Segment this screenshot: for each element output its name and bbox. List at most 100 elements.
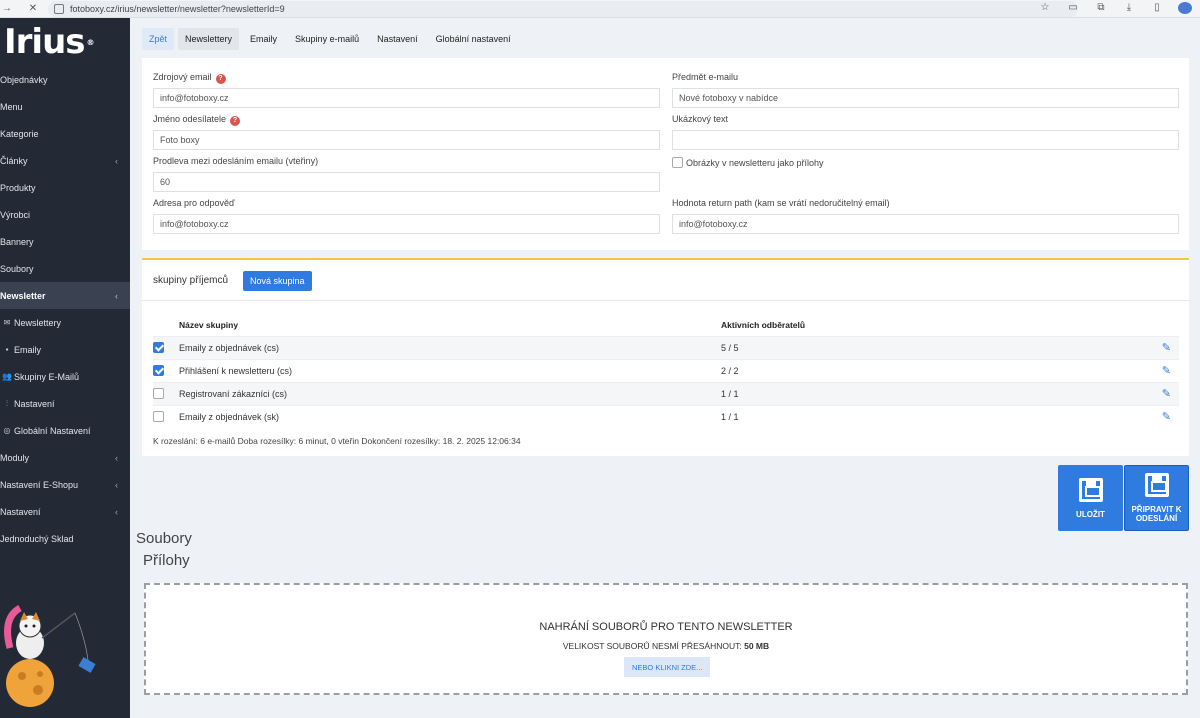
tab-global-settings[interactable]: Globální nastavení [429,28,518,50]
table-header: Název skupiny Aktivních odběratelů [153,314,1179,336]
source-email-field[interactable]: info@fotoboxy.cz [153,88,660,108]
group-checkbox[interactable] [153,342,164,354]
tab-back[interactable]: Zpět [142,28,175,50]
column-header-active-subscribers: Aktivních odběratelů [721,319,806,330]
floppy-disk-icon [1144,473,1169,497]
prepare-to-send-button[interactable]: PŘIPRAVIT K ODESLÁNÍ [1124,465,1189,531]
browser-actions: ☆ ▭ ⧉ ⤓ ▯ [1038,2,1192,14]
images-as-attachments-option[interactable]: Obrázky v newsletteru jako přílohy [672,157,824,168]
sidebar-subitem-label: Skupiny E-Mailů [14,371,80,382]
images-as-attachments-label: Obrázky v newsletteru jako přílohy [686,157,824,168]
sidebar-item-label: Články [0,155,28,166]
pencil-edit-icon[interactable]: ✎ [1149,358,1179,382]
chevron-left-icon: ‹ [115,290,118,301]
delay-label: Prodleva mezi odesláním emailu (vteřiny) [153,156,319,166]
group-checkbox[interactable] [153,411,164,423]
sidebar-item-label: Soubory [0,263,34,274]
sidebar-subitem-2[interactable]: 👥 Skupiny E-Mailů [0,363,130,390]
profile-avatar[interactable] [1178,2,1192,14]
save-button[interactable]: ULOŽIT [1058,465,1123,531]
file-dropzone[interactable]: NAHRÁNÍ SOUBORŮ PRO TENTO NEWSLETTER VEL… [144,583,1188,695]
new-group-button[interactable]: Nová skupina [243,271,312,291]
tab-settings[interactable]: Nastavení [370,28,425,50]
sidebar-item-label: Newsletter [0,290,46,301]
reply-to-field[interactable]: info@fotoboxy.cz [153,214,660,234]
active-subscribers: 1 / 1 [721,381,1149,405]
recipient-groups-panel: skupiny příjemců Nová skupina Název skup… [142,258,1189,456]
click-here-upload-button[interactable]: NEBO KLIKNI ZDE... [624,657,711,677]
address-bar[interactable]: fotoboxy.cz/irius/newsletter/newsletter?… [48,1,1078,17]
sidebar-subitem-label: Newslettery [14,317,62,328]
cast-icon[interactable]: ▭ [1066,2,1080,14]
sidebar-item-label: Produkty [0,182,36,193]
sidebar-item-items2[interactable]: Kategorie [0,120,130,147]
recipient-groups-title: skupiny příjemců [153,275,229,286]
sidebar-subitem-label: Globální Nastavení [14,425,91,436]
sender-name-field[interactable]: Foto boxy [153,130,660,150]
sidebar-item-items0[interactable]: Objednávky [0,66,130,93]
close-icon[interactable]: ✕ [26,3,40,14]
preview-text-label: Ukázkový text [672,114,729,124]
group-checkbox[interactable] [153,365,164,377]
preview-text-field[interactable] [672,130,1179,150]
reply-to-label: Adresa pro odpověď [153,198,235,208]
star-icon[interactable]: ☆ [1038,2,1052,14]
help-icon[interactable]: ? [215,74,226,84]
pencil-edit-icon[interactable]: ✎ [1149,404,1179,428]
send-summary: K rozeslání: 6 e-mailů Doba rozesílky: 6… [153,436,521,446]
column-header-group-name: Název skupiny [179,319,239,330]
sidebar-item-label: Výrobci [0,209,31,220]
sidepanel-icon[interactable]: ▯ [1150,2,1164,14]
sidebar-item-bottom_items3[interactable]: Jednoduchý Sklad [0,525,130,552]
sidebar-subitem-label: Nastavení [14,398,55,409]
sidebar-item-bottom_items0[interactable]: Moduly ‹ [0,444,130,471]
table-row: Emaily z objednávek (sk) 1 / 1 ✎ [153,404,1179,428]
return-path-label: Hodnota return path (kam se vrátí nedoru… [672,198,890,208]
sidebar-item-items5[interactable]: Výrobci [0,201,130,228]
delay-field[interactable]: 60 [153,172,660,192]
source-email-label: Zdrojový email? [153,72,226,84]
tab-newsletters[interactable]: Newslettery [178,28,240,50]
tab-email-groups[interactable]: Skupiny e-mailů [288,28,366,50]
groups-table: Název skupiny Aktivních odběratelů Email… [153,314,1179,428]
sidebar-item-items4[interactable]: Produkty [0,174,130,201]
extensions-icon[interactable]: ⧉ [1094,2,1108,14]
group-name: Emaily z objednávek (sk) [179,404,721,428]
sidebar-item-items7[interactable]: Soubory [0,255,130,282]
chevron-left-icon: ‹ [115,506,118,517]
download-icon[interactable]: ⤓ [1122,2,1136,14]
return-path-field[interactable]: info@fotoboxy.cz [672,214,1179,234]
help-icon[interactable]: ? [230,116,241,126]
site-info-icon[interactable] [54,4,64,14]
sidebar-item-bottom_items1[interactable]: Nastavení E-Shopu ‹ [0,471,130,498]
list-icon: ▪ [5,345,9,354]
sidebar-item-items3[interactable]: Články ‹ [0,147,130,174]
active-subscribers: 2 / 2 [721,358,1149,382]
sidebar-item-bottom_items2[interactable]: Nastavení ‹ [0,498,130,525]
sidebar-item-label: Jednoduchý Sklad [0,533,74,544]
sidebar-item-items6[interactable]: Bannery [0,228,130,255]
sidebar-subitem-0[interactable]: ✉ Newslettery [0,309,130,336]
files-section-title: Soubory [136,530,192,547]
sidebar-item-label: Bannery [0,236,34,247]
upload-size-note: VELIKOST SOUBORŮ NESMÍ PŘESÁHNOUT: 50 MB [562,641,770,651]
sidebar-item-items8[interactable]: Newsletter ‹ [0,282,130,309]
pencil-edit-icon[interactable]: ✎ [1149,381,1179,405]
sidebar-item-items1[interactable]: Menu [0,93,130,120]
forward-icon[interactable]: → [0,3,14,14]
pencil-edit-icon[interactable]: ✎ [1149,335,1179,359]
subject-field[interactable]: Nové fotoboxy v nabídce [672,88,1179,108]
logo[interactable]: Irius ® [0,18,130,66]
sidebar-subitem-3[interactable]: ⫶ Nastavení [0,390,130,417]
sidebar-subitem-4[interactable]: ◎ Globální Nastavení [0,417,130,444]
sidebar-item-label: Nastavení [0,506,41,517]
table-row: Přihlášení k newsletteru (cs) 2 / 2 ✎ [153,358,1179,382]
sidebar-subitem-1[interactable]: ▪ Emaily [0,336,130,363]
group-name: Emaily z objednávek (cs) [179,335,721,359]
tab-emails[interactable]: Emaily [243,28,284,50]
images-as-attachments-checkbox[interactable] [672,157,683,168]
table-row: Emaily z objednávek (cs) 5 / 5 ✎ [153,335,1179,359]
group-checkbox[interactable] [153,388,164,400]
globe-icon: ◎ [3,426,11,435]
sidebar-item-label: Menu [0,101,23,112]
